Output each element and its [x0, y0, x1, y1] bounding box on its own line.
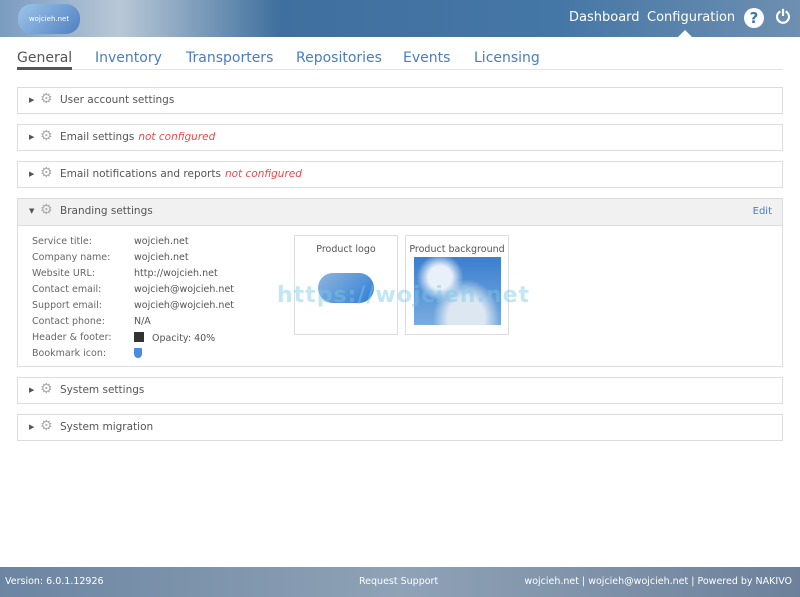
- tab-bar: General Inventory Transporters Repositor…: [17, 50, 783, 70]
- field-contact-phone: Contact phone: N/A: [32, 316, 151, 327]
- branding-toggle[interactable]: ▼ ⚙ Branding settings: [18, 199, 718, 226]
- section-label: Email settings not configured: [60, 131, 215, 143]
- status-not-configured: not configured: [224, 168, 302, 180]
- tab-licensing[interactable]: Licensing: [474, 50, 540, 66]
- request-support-link[interactable]: Request Support: [359, 576, 438, 587]
- section-system-migration[interactable]: ▶ ⚙ System migration: [17, 414, 783, 441]
- section-label: Branding settings: [60, 205, 153, 217]
- footer: Version: 6.0.1.12926 Request Support woj…: [0, 567, 800, 597]
- tab-events[interactable]: Events: [403, 50, 450, 66]
- field-label: Contact email:: [32, 284, 102, 295]
- field-bookmark-icon: Bookmark icon:: [32, 348, 142, 359]
- field-website-url: Website URL: http://wojcieh.net: [32, 268, 218, 279]
- nav-dashboard[interactable]: Dashboard: [569, 10, 640, 25]
- gear-icon: ⚙: [40, 165, 53, 181]
- section-label: User account settings: [60, 94, 175, 106]
- expand-arrow-icon: ▶: [29, 170, 35, 178]
- field-contact-email: Contact email: wojcieh@wojcieh.net: [32, 284, 234, 295]
- field-value: N/A: [134, 316, 151, 327]
- section-label: System settings: [60, 384, 145, 396]
- tab-repositories[interactable]: Repositories: [296, 50, 382, 66]
- field-value: Opacity: 40%: [134, 332, 215, 344]
- expand-arrow-icon: ▶: [29, 133, 35, 141]
- product-background-label: Product background: [409, 244, 505, 255]
- field-header-footer: Header & footer: Opacity: 40%: [32, 332, 215, 344]
- field-label: Contact phone:: [32, 316, 105, 327]
- section-label: Email notifications and reports not confi…: [60, 168, 302, 180]
- edit-link[interactable]: Edit: [753, 206, 772, 217]
- field-service-title: Service title: wojcieh.net: [32, 236, 189, 247]
- gear-icon: ⚙: [40, 381, 53, 397]
- field-value: wojcieh.net: [134, 236, 189, 247]
- logo: wojcieh.net: [18, 4, 80, 34]
- expand-arrow-icon: ▶: [29, 386, 35, 394]
- section-label-text: Email settings: [60, 131, 135, 143]
- field-company-name: Company name: wojcieh.net: [32, 252, 189, 263]
- gear-icon: ⚙: [40, 128, 53, 144]
- gear-icon: ⚙: [40, 418, 53, 434]
- field-label: Website URL:: [32, 268, 95, 279]
- gear-icon: ⚙: [40, 91, 53, 107]
- field-label: Support email:: [32, 300, 102, 311]
- section-label-text: Email notifications and reports: [60, 168, 221, 180]
- footer-info: wojcieh.net | wojcieh@wojcieh.net | Powe…: [524, 576, 792, 587]
- status-not-configured: not configured: [138, 131, 216, 143]
- expand-arrow-icon: ▶: [29, 423, 35, 431]
- field-value: wojcieh@wojcieh.net: [134, 300, 235, 311]
- version-text: Version: 6.0.1.12926: [5, 576, 104, 587]
- branding-header[interactable]: ▼ ⚙ Branding settings Edit: [18, 199, 782, 226]
- section-email-settings[interactable]: ▶ ⚙ Email settings not configured: [17, 124, 783, 151]
- power-icon[interactable]: ⏻: [773, 8, 793, 28]
- section-label: System migration: [60, 421, 154, 433]
- opacity-value: Opacity: 40%: [152, 333, 216, 344]
- section-email-notifications[interactable]: ▶ ⚙ Email notifications and reports not co…: [17, 161, 783, 188]
- collapse-arrow-icon: ▼: [29, 207, 35, 215]
- help-icon[interactable]: ?: [744, 8, 764, 28]
- bookmark-icon: [134, 348, 142, 361]
- field-label: Service title:: [32, 236, 92, 247]
- field-value: wojcieh.net: [134, 252, 189, 263]
- field-label: Company name:: [32, 252, 111, 263]
- active-nav-caret: [678, 30, 692, 37]
- field-value: wojcieh@wojcieh.net: [134, 284, 235, 295]
- gear-icon: ⚙: [40, 202, 53, 218]
- product-logo-label: Product logo: [316, 244, 376, 255]
- section-system-settings[interactable]: ▶ ⚙ System settings: [17, 377, 783, 404]
- watermark: https://wojcieh.net: [277, 283, 531, 308]
- field-label: Bookmark icon:: [32, 348, 107, 359]
- color-swatch: [134, 332, 144, 342]
- header: wojcieh.net Dashboard Configuration ? ⏻: [0, 0, 800, 37]
- tab-transporters[interactable]: Transporters: [186, 50, 273, 66]
- tab-general[interactable]: General: [17, 50, 73, 70]
- field-value: http://wojcieh.net: [134, 268, 218, 279]
- tab-inventory[interactable]: Inventory: [95, 50, 162, 66]
- field-support-email: Support email: wojcieh@wojcieh.net: [32, 300, 234, 311]
- field-label: Header & footer:: [32, 332, 112, 343]
- section-user-account-settings[interactable]: ▶ ⚙ User account settings: [17, 87, 783, 114]
- nav-configuration[interactable]: Configuration: [647, 10, 735, 25]
- expand-arrow-icon: ▶: [29, 96, 35, 104]
